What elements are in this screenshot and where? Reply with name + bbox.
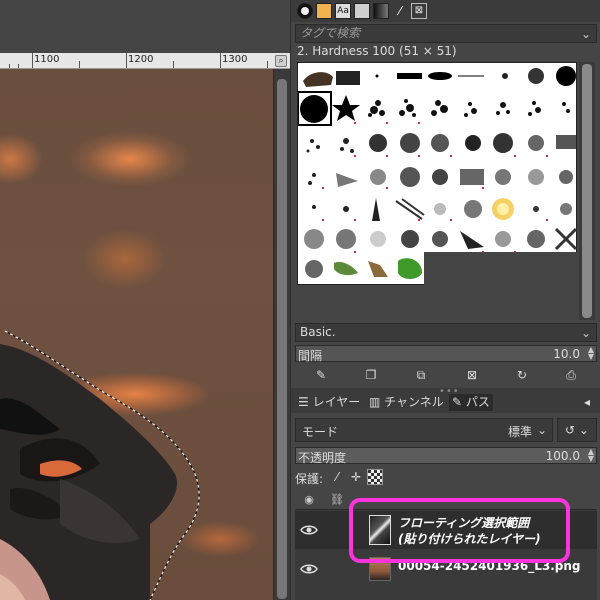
brushes-dock-tabs: Aa ⁄ ⊠ bbox=[291, 0, 600, 22]
ruler-major-tick bbox=[32, 53, 33, 68]
brush-thumb-hardness-100[interactable] bbox=[300, 95, 328, 123]
brush-thumb[interactable] bbox=[502, 73, 508, 79]
opacity-slider[interactable]: 不透明度 100.0 ▲ ▼ bbox=[295, 447, 597, 465]
layer-thumbnail bbox=[369, 557, 391, 581]
edit-brush-icon[interactable]: ✎ bbox=[313, 367, 329, 383]
brush-thumb-scatter bbox=[368, 99, 570, 117]
right-dock: Aa ⁄ ⊠ タグで検索 ⌄ 2. Hardness 100 (51 × 51) bbox=[290, 0, 600, 600]
lock-pixels-icon[interactable]: ⁄ bbox=[329, 469, 345, 485]
spin-arrows-icon[interactable]: ▲ ▼ bbox=[588, 448, 594, 463]
brush-scroll-thumb[interactable] bbox=[582, 64, 592, 318]
tab-layers-label: レイヤー bbox=[312, 395, 361, 409]
layer-name: 00054-2452401936_L3.png bbox=[398, 559, 581, 573]
brush-dot bbox=[301, 7, 309, 15]
spacing-value: 10.0 bbox=[553, 347, 580, 361]
lock-position-icon[interactable]: ✛ bbox=[348, 469, 364, 485]
ruler-minor-tick bbox=[79, 61, 80, 68]
spacing-label: 間隔 bbox=[298, 349, 323, 363]
spacing-slider[interactable]: 間隔 10.0 ▲ ▼ bbox=[295, 345, 597, 363]
brush-thumb[interactable] bbox=[332, 95, 360, 121]
brush-thumb[interactable] bbox=[303, 72, 333, 87]
opacity-value: 100.0 bbox=[545, 449, 580, 463]
brush-icon[interactable] bbox=[297, 3, 313, 19]
layer-row-image[interactable]: 00054-2452401936_L3.png bbox=[295, 550, 597, 588]
brush-grid-empty-area bbox=[424, 252, 578, 286]
mode-label: モード bbox=[302, 425, 339, 439]
composite-mode-button[interactable]: ↺ ⌄ bbox=[557, 418, 597, 442]
gradient-icon[interactable] bbox=[373, 3, 389, 19]
ruler-minor-tick bbox=[18, 64, 19, 68]
image-view[interactable] bbox=[0, 69, 273, 600]
layer-thumbnail bbox=[369, 515, 391, 545]
refresh-brushes-icon[interactable]: ↻ bbox=[514, 367, 530, 383]
chain-icon[interactable]: ⛓ bbox=[329, 492, 345, 508]
tool-presets-icon[interactable]: ⊠ bbox=[411, 3, 427, 19]
layer-row-floating-selection[interactable]: フローティング選択範囲 (貼り付けられたレイヤー) bbox=[295, 511, 597, 549]
document-icon[interactable] bbox=[354, 3, 370, 19]
ruler-major-tick bbox=[126, 53, 127, 68]
ruler-minor-tick bbox=[267, 61, 268, 68]
brush-tag-filter-input[interactable]: タグで検索 ⌄ bbox=[295, 24, 597, 43]
brush-thumb[interactable] bbox=[556, 66, 576, 86]
lock-row: 保護: ⁄ ✛ bbox=[295, 468, 597, 488]
tab-paths[interactable]: ✎ パス bbox=[449, 394, 493, 411]
brush-panel-filler bbox=[297, 285, 577, 320]
layer-name-subtitle: (貼り付けられたレイヤー) bbox=[398, 532, 541, 546]
image-canvas-area[interactable]: 1100 1200 1300 ⌕ bbox=[0, 0, 290, 600]
selected-brush-name: 2. Hardness 100 (51 × 51) bbox=[297, 44, 457, 58]
opacity-label: 不透明度 bbox=[298, 451, 347, 465]
ruler-label-1300: 1300 bbox=[222, 54, 248, 65]
delete-brush-icon[interactable]: ⊠ bbox=[464, 367, 480, 383]
mode-value: 標準 bbox=[507, 425, 532, 439]
tab-layers[interactable]: ☰ レイヤー bbox=[295, 394, 363, 411]
horizontal-ruler[interactable]: 1100 1200 1300 bbox=[0, 53, 290, 69]
pattern-icon[interactable] bbox=[316, 3, 332, 19]
eye-icon[interactable] bbox=[300, 560, 318, 578]
chevron-down-icon[interactable]: ⌄ bbox=[581, 325, 591, 342]
chevron-down-icon[interactable]: ⌄ bbox=[581, 26, 591, 43]
brush-thumb[interactable] bbox=[336, 71, 360, 85]
ruler-label-1200: 1200 bbox=[128, 54, 154, 65]
brush-actions-bar: ✎ ❐ ⧉ ⊠ ↻ ⎙ bbox=[295, 366, 597, 386]
brush-grid[interactable] bbox=[297, 62, 578, 286]
tab-paths-label: パス bbox=[465, 395, 490, 409]
canvas-scroll-thumb[interactable] bbox=[277, 79, 287, 599]
brush-preset-name: Basic. bbox=[300, 325, 336, 339]
duplicate-brush-icon[interactable]: ⧉ bbox=[413, 367, 429, 383]
lock-alpha-icon[interactable] bbox=[367, 469, 383, 485]
ruler-major-tick bbox=[220, 53, 221, 68]
new-brush-icon[interactable]: ❐ bbox=[363, 367, 379, 383]
brush-thumb[interactable] bbox=[428, 72, 452, 80]
tab-channels[interactable]: ▥ チャンネル bbox=[366, 394, 447, 411]
brush-preset-dropdown[interactable]: Basic. ⌄ bbox=[295, 323, 597, 342]
lock-label: 保護: bbox=[295, 472, 324, 486]
layer-list[interactable]: ◉ ⛓ フローティング選択範囲 (貼り付けられたレイヤー) 00054-2452… bbox=[295, 490, 597, 600]
tag-placeholder: タグで検索 bbox=[300, 26, 361, 40]
layer-mode-dropdown[interactable]: モード 標準 ⌄ bbox=[295, 418, 553, 442]
open-as-image-icon[interactable]: ⎙ bbox=[563, 367, 579, 383]
brush-thumb[interactable] bbox=[528, 68, 544, 84]
ruler-minor-tick bbox=[173, 61, 174, 68]
chevron-down-icon[interactable]: ⌄ bbox=[537, 423, 547, 437]
eye-icon[interactable] bbox=[300, 521, 318, 539]
brush-thumb[interactable] bbox=[375, 74, 379, 78]
paint-dynamics-icon[interactable]: ⁄ bbox=[392, 3, 408, 19]
canvas-top-strip bbox=[0, 0, 290, 53]
layer-name: フローティング選択範囲 bbox=[398, 516, 530, 530]
font-icon[interactable]: Aa bbox=[335, 3, 351, 19]
layer-list-header: ◉ ⛓ bbox=[295, 490, 597, 510]
navigate-icon[interactable]: ⌕ bbox=[275, 55, 287, 67]
ruler-minor-tick bbox=[9, 64, 10, 68]
spin-arrows-icon[interactable]: ▲ ▼ bbox=[588, 346, 594, 361]
tab-channels-label: チャンネル bbox=[384, 395, 444, 409]
ruler-label-1100: 1100 bbox=[34, 54, 60, 65]
canvas-vertical-scrollbar[interactable] bbox=[273, 69, 290, 600]
artwork-svg bbox=[0, 330, 200, 600]
eye-icon[interactable]: ◉ bbox=[301, 492, 317, 508]
tab-menu-icon[interactable]: ◂ bbox=[579, 394, 595, 410]
layer-mode-row: モード 標準 ⌄ ↺ ⌄ bbox=[295, 418, 597, 442]
layers-dock-tabs: ☰ レイヤー ▥ チャンネル ✎ パス ◂ bbox=[291, 392, 600, 413]
brush-grid-scrollbar[interactable] bbox=[579, 62, 595, 320]
brush-thumb[interactable] bbox=[397, 73, 422, 79]
